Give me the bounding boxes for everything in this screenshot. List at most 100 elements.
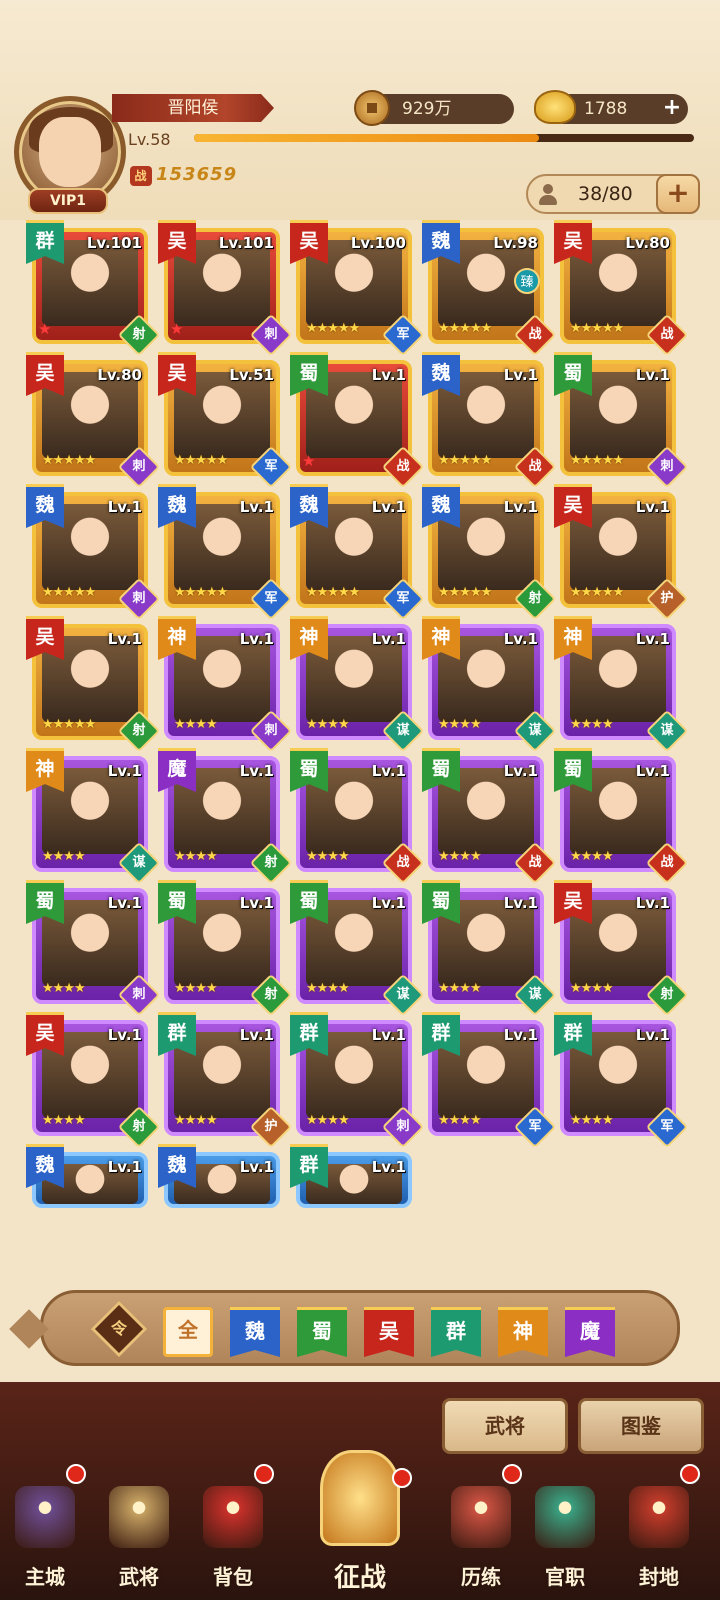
hero-role-label: 谋: [396, 723, 410, 738]
hero-role-label: 军: [264, 591, 278, 606]
hero-card[interactable]: 蜀 Lv.1 ★★★★ 刺: [26, 880, 161, 1017]
hero-card[interactable]: 魏 Lv.1 ★★★★★ 军: [290, 484, 425, 621]
filter-faction[interactable]: 神: [498, 1307, 548, 1357]
hero-level: Lv.1: [635, 1026, 670, 1044]
hero-card[interactable]: 群 Lv.1 ★★★★ 刺: [290, 1012, 425, 1149]
hero-role-label: 军: [528, 1119, 542, 1134]
filter-all[interactable]: 全: [163, 1307, 213, 1357]
fief-icon: [629, 1486, 689, 1548]
filter-faction[interactable]: 魔: [565, 1307, 615, 1357]
bag-icon: [203, 1486, 263, 1548]
hero-card[interactable]: 神 Lv.1 ★★★★ 谋: [290, 616, 425, 753]
hero-card[interactable]: 蜀 Lv.1 ★★★★ 射: [158, 880, 293, 1017]
recharge-plus-button[interactable]: +: [660, 97, 684, 121]
hero-card[interactable]: 蜀 Lv.1 ★★★★ 战: [422, 748, 557, 885]
hero-stars: ★★★★★: [438, 585, 492, 600]
hero-card[interactable]: 吴 Lv.1 ★★★★ 射: [554, 880, 689, 1017]
hero-level: Lv.1: [107, 630, 142, 648]
hero-card[interactable]: 神 Lv.1 ★★★★ 刺: [158, 616, 293, 753]
person-icon: [538, 184, 558, 206]
hero-card[interactable]: 魔 Lv.1 ★★★★ 射: [158, 748, 293, 885]
nav-item-fief[interactable]: 封地: [614, 1460, 704, 1600]
hero-icon: [109, 1486, 169, 1548]
hero-card[interactable]: 吴 Lv.100 ★★★★★ 军: [290, 220, 425, 357]
hero-stars: ★★★★: [174, 981, 218, 996]
hero-card[interactable]: 吴 Lv.1 ★★★★ 射: [26, 1012, 161, 1149]
hero-role-label: 护: [660, 591, 674, 606]
hero-card[interactable]: 吴 Lv.51 ★★★★★ 军: [158, 352, 293, 489]
hero-role-label: 刺: [396, 1119, 410, 1134]
nav-item-city[interactable]: 主城: [0, 1460, 90, 1600]
hero-card[interactable]: 魏 Lv.1 ★★★★★ 战: [422, 352, 557, 489]
hero-role-label: 谋: [528, 987, 542, 1002]
hero-role-label: 射: [528, 591, 542, 606]
tab-codex[interactable]: 图鉴: [578, 1398, 704, 1454]
nav-item-hero[interactable]: 武将: [94, 1460, 184, 1600]
filter-faction[interactable]: 蜀: [297, 1307, 347, 1357]
hero-card[interactable]: 神 Lv.1 ★★★★ 谋: [422, 616, 557, 753]
hero-level: Lv.1: [239, 762, 274, 780]
hero-level: Lv.1: [107, 894, 142, 912]
sort-button[interactable]: 令: [90, 1300, 148, 1358]
hero-card[interactable]: 神 Lv.1 ★★★★ 谋: [554, 616, 689, 753]
hero-stars: ★★★★★: [42, 585, 96, 600]
nav-item-training[interactable]: 历练: [436, 1460, 526, 1600]
hero-level: Lv.80: [97, 366, 142, 384]
hero-stars: ★★★★★: [570, 453, 624, 468]
vip-badge[interactable]: VIP1: [28, 188, 108, 214]
copper-value: 929万: [402, 99, 452, 119]
hero-level: Lv.1: [503, 762, 538, 780]
hero-role-label: 刺: [132, 987, 146, 1002]
hero-card[interactable]: 魏 Lv.1: [158, 1144, 280, 1208]
hero-card[interactable]: 蜀 Lv.1 ★★★★★ 刺: [554, 352, 689, 489]
nav-item-battle[interactable]: 征战: [290, 1450, 430, 1600]
hero-card[interactable]: 魏 Lv.1 ★★★★★ 刺: [26, 484, 161, 621]
hero-card[interactable]: 吴 Lv.80 ★★★★★ 刺: [26, 352, 161, 489]
hero-level: Lv.51: [229, 366, 274, 384]
nav-item-rank[interactable]: 官职: [520, 1460, 610, 1600]
nav-label: 背包: [213, 1565, 253, 1589]
rank-icon: [535, 1486, 595, 1548]
hero-card[interactable]: 吴 Lv.80 ★★★★★ 战: [554, 220, 689, 357]
nav-item-bag[interactable]: 背包: [188, 1460, 278, 1600]
hero-card[interactable]: 吴 Lv.101 ★ 刺: [158, 220, 293, 357]
hero-card[interactable]: 魏 Lv.1: [26, 1144, 148, 1208]
hero-card[interactable]: 群 Lv.1 ★★★★ 护: [158, 1012, 293, 1149]
expand-capacity-button[interactable]: +: [656, 174, 700, 214]
hero-level: Lv.1: [239, 1026, 274, 1044]
hero-card[interactable]: 群 Lv.1: [290, 1144, 412, 1208]
hero-card[interactable]: 群 Lv.101 ★ 射: [26, 220, 161, 357]
copper-display: 929万: [354, 90, 514, 126]
filter-faction[interactable]: 魏: [230, 1307, 280, 1357]
hero-stars: ★★★★★: [42, 717, 96, 732]
hero-card[interactable]: 吴 Lv.1 ★★★★★ 射: [26, 616, 161, 753]
tab-heroes[interactable]: 武将: [442, 1398, 568, 1454]
hero-role-label: 战: [660, 327, 674, 342]
red-star-icon: ★: [38, 320, 52, 338]
hero-level: Lv.80: [625, 234, 670, 252]
hero-level: Lv.1: [107, 1026, 142, 1044]
hero-stars: ★★★★: [174, 849, 218, 864]
hero-level: Lv.1: [503, 366, 538, 384]
hero-stars: ★★★★: [570, 1113, 614, 1128]
hero-card[interactable]: 蜀 Lv.1 ★★★★ 谋: [290, 880, 425, 1017]
hero-card[interactable]: 吴 Lv.1 ★★★★★ 护: [554, 484, 689, 621]
hero-stars: ★★★★★: [174, 585, 228, 600]
hero-card[interactable]: 蜀 Lv.1 ★★★★ 战: [290, 748, 425, 885]
hero-level: Lv.101: [218, 234, 274, 252]
hero-role-label: 谋: [660, 723, 674, 738]
hero-card[interactable]: 蜀 Lv.1 ★ 战: [290, 352, 425, 489]
filter-faction[interactable]: 群: [431, 1307, 481, 1357]
filter-faction[interactable]: 吴: [364, 1307, 414, 1357]
faction-filter-bar: 令 全魏蜀吴群神魔: [40, 1290, 680, 1366]
hero-level: Lv.1: [635, 366, 670, 384]
hero-card[interactable]: 群 Lv.1 ★★★★ 军: [422, 1012, 557, 1149]
hero-card[interactable]: 群 Lv.1 ★★★★ 军: [554, 1012, 689, 1149]
hero-card[interactable]: 蜀 Lv.1 ★★★★ 战: [554, 748, 689, 885]
hero-card[interactable]: 蜀 Lv.1 ★★★★ 谋: [422, 880, 557, 1017]
hero-card[interactable]: 神 Lv.1 ★★★★ 谋: [26, 748, 161, 885]
hero-card[interactable]: 魏 Lv.98 臻 ★★★★★ 战: [422, 220, 557, 357]
hero-role-label: 刺: [264, 327, 278, 342]
hero-card[interactable]: 魏 Lv.1 ★★★★★ 军: [158, 484, 293, 621]
hero-card[interactable]: 魏 Lv.1 ★★★★★ 射: [422, 484, 557, 621]
